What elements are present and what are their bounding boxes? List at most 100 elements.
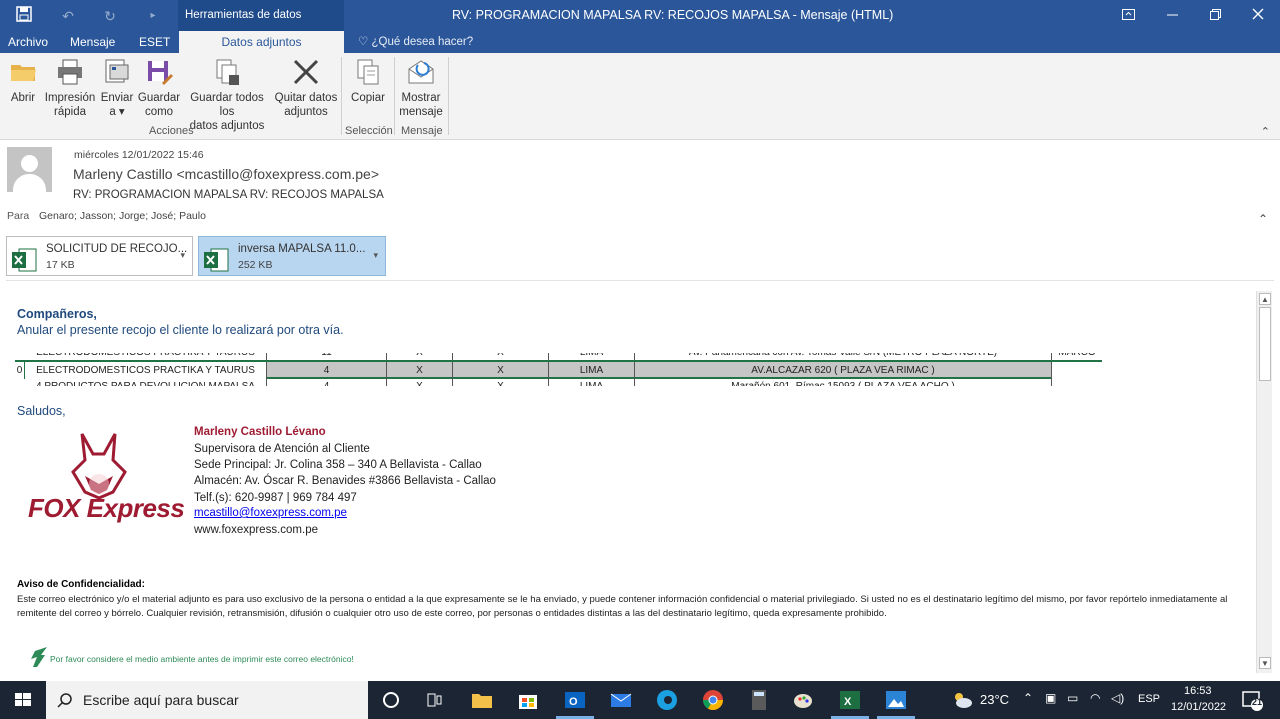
ribbon: Abrir Impresión rápida Enviar a ▾ Guarda… — [0, 53, 1280, 140]
subject: RV: PROGRAMACION MAPALSA RV: RECOJOS MAP… — [73, 189, 384, 201]
impresion-rapida-button[interactable]: Impresión rápida — [44, 57, 96, 119]
clock-date[interactable]: 12/01/2022 — [1171, 701, 1226, 713]
send-to-icon — [102, 57, 132, 87]
ribbon-display-options-icon[interactable] — [1106, 0, 1150, 31]
copy-icon — [353, 57, 383, 87]
clock-time[interactable]: 16:53 — [1184, 685, 1212, 697]
excel-file-icon — [203, 248, 229, 272]
context-tab-group: Herramientas de datos adjuntos — [178, 0, 344, 52]
group-separator — [448, 57, 449, 135]
save-icon[interactable] — [14, 6, 34, 26]
close-button[interactable] — [1236, 0, 1280, 31]
guardar-como-button[interactable]: Guardar como — [137, 57, 181, 119]
title-bar: ↶ ↻ ▸ Herramientas de datos adjuntos RV:… — [0, 0, 1280, 52]
sender[interactable]: Marleny Castillo <mcastillo@foxexpress.c… — [73, 166, 379, 182]
language-indicator[interactable]: ESP — [1138, 693, 1160, 705]
minimize-button[interactable] — [1150, 0, 1194, 31]
notice-title: Aviso de Confidencialidad: — [17, 579, 145, 590]
avatar — [7, 147, 52, 192]
taskbar-search-box[interactable]: Escribe aquí para buscar — [46, 681, 368, 719]
eco-leaf-icon — [19, 645, 49, 669]
battery-icon[interactable]: ▭ — [1067, 691, 1078, 705]
meet-now-icon[interactable]: ▣ — [1045, 691, 1056, 705]
group-separator — [341, 57, 342, 135]
tray-chevron-up-icon[interactable]: ⌃ — [1023, 691, 1033, 705]
undo-icon[interactable]: ↶ — [58, 6, 78, 26]
vertical-scrollbar[interactable]: ▲ ▼ — [1256, 291, 1272, 673]
tab-mensaje[interactable]: Mensaje — [62, 31, 123, 53]
calculator-icon[interactable] — [747, 688, 771, 712]
redo-icon[interactable]: ↻ — [100, 6, 120, 26]
printer-icon — [55, 57, 85, 87]
embedded-spreadsheet: ELECTRODOMESTICOS PRACTIKA Y TAURUS 11 X… — [15, 353, 1102, 386]
remove-x-icon — [291, 57, 321, 87]
tell-me-label: ¿Qué desea hacer? — [371, 36, 474, 48]
svg-text:O: O — [569, 696, 578, 708]
signature-email-link[interactable]: mcastillo@foxexpress.com.pe — [194, 507, 347, 519]
collapse-ribbon-icon[interactable]: ⌃ — [1261, 125, 1270, 138]
photos-icon[interactable] — [884, 688, 908, 712]
chevron-down-icon[interactable]: ▾ — [373, 250, 378, 261]
signature-hq: Sede Principal: Jr. Colina 358 – 340 A B… — [194, 459, 482, 471]
closing: Saludos, — [17, 404, 66, 418]
weather-temp[interactable]: 23°C — [980, 692, 1009, 707]
enviar-a-button[interactable]: Enviar a ▾ — [100, 57, 134, 119]
show-message-icon — [406, 57, 436, 87]
quitar-datos-adjuntos-button[interactable]: Quitar datos adjuntos — [273, 57, 339, 119]
store-icon[interactable] — [516, 688, 540, 712]
tab-datos-adjuntos[interactable]: Datos adjuntos — [179, 31, 344, 53]
scroll-up-icon[interactable]: ▲ — [1259, 293, 1271, 305]
file-explorer-icon[interactable] — [470, 688, 494, 712]
attachment-item-selected[interactable]: inversa MAPALSA 11.0... 252 KB ▾ — [198, 236, 386, 276]
edge-icon[interactable] — [655, 688, 679, 712]
search-placeholder: Escribe aquí para buscar — [83, 692, 239, 708]
restore-button[interactable] — [1193, 0, 1237, 31]
signature-phone: Telf.(s): 620-9987 | 969 784 497 — [194, 492, 357, 504]
table-row: 4 PRODUCTOS PARA DEVOLUCION MAPALSA 4 X … — [15, 378, 1102, 386]
tell-me-box[interactable]: ♡ ¿Qué desea hacer? — [358, 31, 473, 53]
attachment-size: 17 KB — [46, 259, 75, 271]
attachment-name: SOLICITUD DE RECOJO... — [46, 243, 188, 255]
task-view-icon[interactable] — [422, 688, 446, 712]
collapse-header-icon[interactable]: ⌃ — [1258, 212, 1268, 226]
svg-text:X: X — [844, 696, 852, 708]
to-recipients[interactable]: Genaro; Jasson; Jorge; José; Paulo — [39, 210, 206, 222]
cortana-icon[interactable] — [379, 688, 403, 712]
logo-text: FOX Express — [28, 493, 185, 523]
attachment-item[interactable]: SOLICITUD DE RECOJO... 17 KB ▾ — [6, 236, 193, 276]
guardar-todos-button[interactable]: Guardar todos los datos adjuntos — [182, 57, 272, 133]
attachment-name: inversa MAPALSA 11.0... — [238, 243, 366, 255]
chrome-icon[interactable] — [701, 688, 725, 712]
tab-archivo[interactable]: Archivo — [0, 31, 56, 53]
copiar-button[interactable]: Copiar — [348, 57, 388, 105]
customize-toolbar-icon[interactable]: ▸ — [143, 6, 163, 26]
chevron-down-icon[interactable]: ▾ — [180, 250, 185, 261]
group-acciones-label: Acciones — [149, 125, 194, 137]
scroll-thumb[interactable] — [1259, 307, 1271, 381]
table-row-selected: 0 ELECTRODOMESTICOS PRACTIKA Y TAURUS 4 … — [15, 360, 1102, 379]
message-text: Anular el presente recojo el cliente lo … — [17, 323, 344, 337]
windows-start-icon[interactable] — [0, 681, 46, 719]
volume-icon[interactable]: ◁) — [1111, 691, 1124, 705]
mostrar-mensaje-button[interactable]: Mostrar mensaje — [398, 57, 444, 119]
mail-icon[interactable] — [609, 688, 633, 712]
paint-icon[interactable] — [791, 688, 815, 712]
excel-file-icon — [11, 248, 37, 272]
weather-icon[interactable] — [950, 688, 974, 712]
abrir-button[interactable]: Abrir — [6, 57, 40, 105]
wifi-icon[interactable]: ◠ — [1090, 691, 1100, 705]
greeting: Compañeros, — [17, 307, 97, 321]
excel-icon[interactable]: X — [838, 688, 862, 712]
group-seleccion-label: Selección — [345, 125, 393, 137]
signature-role: Supervisora de Atención al Cliente — [194, 443, 370, 455]
to-label: Para — [7, 210, 30, 222]
attachment-size: 252 KB — [238, 259, 273, 271]
tab-eset[interactable]: ESET — [131, 31, 178, 53]
scroll-down-icon[interactable]: ▼ — [1259, 657, 1271, 669]
signature-web: www.foxexpress.com.pe — [194, 524, 318, 536]
message-date: miércoles 12/01/2022 15:46 — [74, 149, 204, 161]
header-divider — [6, 280, 1274, 281]
outlook-icon[interactable]: O — [563, 688, 587, 712]
lightbulb-icon: ♡ — [358, 36, 369, 48]
notification-icon[interactable]: 21 — [1240, 688, 1264, 712]
